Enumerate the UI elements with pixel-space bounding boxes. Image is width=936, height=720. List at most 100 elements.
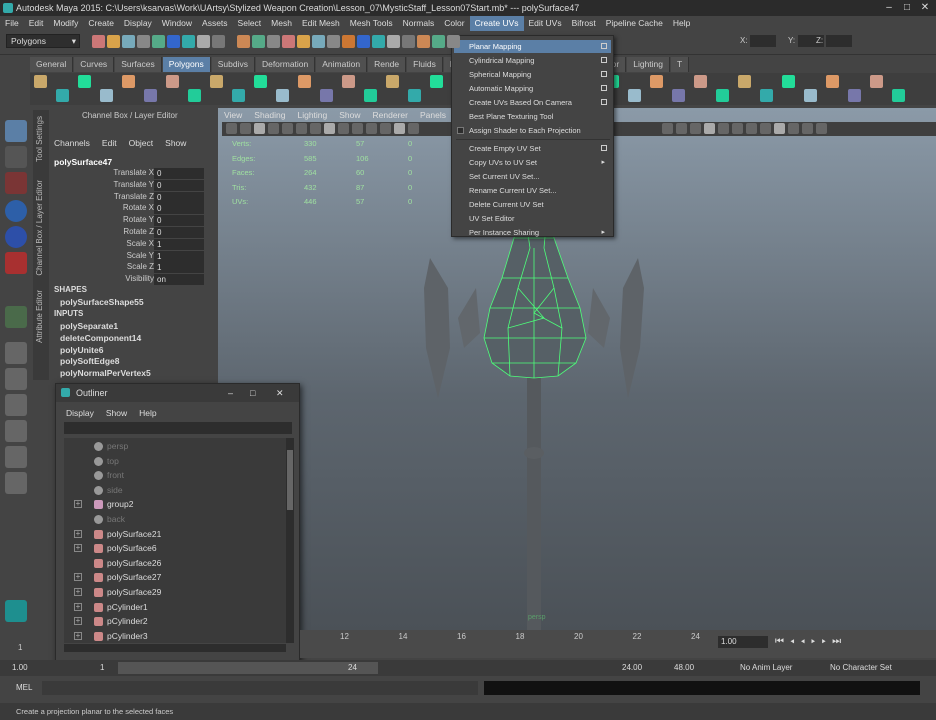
shelf-tab-animation[interactable]: Animation <box>316 57 368 72</box>
viewport-menu-lighting[interactable]: Lighting <box>297 110 327 120</box>
attribute-row[interactable]: Scale X1 <box>54 238 204 250</box>
range-slider-bar[interactable] <box>118 662 378 674</box>
character-set-select[interactable]: No Character Set <box>830 663 892 672</box>
menu-help[interactable]: Help <box>668 16 695 31</box>
menu-select[interactable]: Select <box>233 16 267 31</box>
viewport-tool-icon[interactable] <box>282 123 293 134</box>
shelf-tab-curves[interactable]: Curves <box>74 57 115 72</box>
status-tool-icon[interactable] <box>167 35 180 48</box>
shelf-tab-deformation[interactable]: Deformation <box>255 57 316 72</box>
shelf-item-icon[interactable] <box>408 89 421 102</box>
shelf-item-icon[interactable] <box>232 89 245 102</box>
viewport-menu-shading[interactable]: Shading <box>254 110 285 120</box>
shelf-tab-t[interactable]: T <box>671 57 690 72</box>
attribute-row[interactable]: Translate X0 <box>54 168 204 179</box>
attribute-row[interactable]: Scale Y1 <box>54 250 204 262</box>
shelf-item-icon[interactable] <box>716 89 729 102</box>
outliner-row[interactable]: + polySurface21 <box>64 527 286 541</box>
status-tool-icon[interactable] <box>92 35 105 48</box>
status-tool-icon[interactable] <box>122 35 135 48</box>
viewport-tool-icon[interactable] <box>718 123 729 134</box>
status-tool-icon[interactable] <box>282 35 295 48</box>
attribute-value[interactable]: 0 <box>154 168 204 179</box>
outliner-row[interactable]: persp <box>64 439 286 453</box>
minimize-icon[interactable]: – <box>880 1 898 14</box>
expand-icon[interactable]: + <box>74 617 82 626</box>
shelf-item-icon[interactable] <box>650 75 663 88</box>
expand-icon[interactable]: + <box>74 573 82 582</box>
attribute-row[interactable]: Rotate Y0 <box>54 215 204 227</box>
status-tool-icon[interactable] <box>387 35 400 48</box>
viewport-tool-icon[interactable] <box>690 123 701 134</box>
menu-item-create-uvs-based-on-camera[interactable]: Create UVs Based On Camera <box>454 96 611 109</box>
shelf-tab-subdivs[interactable]: Subdivs <box>211 57 255 72</box>
shelf-item-icon[interactable] <box>342 75 355 88</box>
shape-node[interactable]: polySurfaceShape55 <box>60 297 144 307</box>
attribute-value[interactable]: 1 <box>154 262 204 274</box>
input-node[interactable]: polySoftEdge8 <box>60 356 120 366</box>
expand-icon[interactable]: + <box>74 602 82 611</box>
menu-item-copy-uvs-to-uv-set[interactable]: Copy UVs to UV Set ▸ <box>454 156 611 169</box>
shelf-item-icon[interactable] <box>78 75 91 88</box>
viewport-menu-show[interactable]: Show <box>339 110 360 120</box>
outliner-menu-display[interactable]: Display <box>66 408 94 418</box>
shelf-item-icon[interactable] <box>430 75 443 88</box>
menu-edit-mesh[interactable]: Edit Mesh <box>297 16 345 31</box>
expand-icon[interactable]: + <box>74 529 82 538</box>
menu-mesh-tools[interactable]: Mesh Tools <box>345 16 398 31</box>
status-tool-icon[interactable] <box>152 35 165 48</box>
mel-input[interactable] <box>42 681 478 695</box>
end-time[interactable]: 24.00 <box>622 663 642 672</box>
viewport-menu-panels[interactable]: Panels <box>420 110 446 120</box>
move-tool-icon[interactable] <box>5 200 27 222</box>
attribute-value[interactable]: 0 <box>154 227 204 238</box>
shelf-item-icon[interactable] <box>320 89 333 102</box>
outliner-row[interactable]: + polySurface27 <box>64 570 286 584</box>
menu-item-assign-shader-to-each-projection[interactable]: Assign Shader to Each Projection <box>454 124 611 137</box>
persp-outliner-layout-icon[interactable] <box>5 420 27 442</box>
option-box-icon[interactable] <box>601 43 607 49</box>
shelf-item-icon[interactable] <box>760 89 773 102</box>
attribute-value[interactable]: 0 <box>154 179 204 191</box>
menu-item-best-plane-texturing-tool[interactable]: Best Plane Texturing Tool <box>454 110 611 123</box>
playback-start[interactable]: 1 <box>100 663 104 672</box>
channel-box-menu-show[interactable]: Show <box>165 138 186 148</box>
shelf-item-icon[interactable] <box>144 89 157 102</box>
attribute-row[interactable]: Visibility on <box>54 274 204 286</box>
viewport-tool-icon[interactable] <box>802 123 813 134</box>
shelf-item-icon[interactable] <box>254 75 267 88</box>
menu-set-select[interactable]: Polygons ▾ <box>6 34 80 48</box>
start-time[interactable]: 1.00 <box>12 663 28 672</box>
outliner-h-scrollbar[interactable] <box>64 644 286 652</box>
menu-modify[interactable]: Modify <box>48 16 83 31</box>
menu-item-rename-current-uv-set[interactable]: Rename Current UV Set... <box>454 184 611 197</box>
menu-normals[interactable]: Normals <box>398 16 440 31</box>
scale-tool-icon[interactable] <box>5 252 27 274</box>
attribute-value[interactable]: 1 <box>154 238 204 250</box>
outliner-row[interactable]: front <box>64 468 286 482</box>
menu-bifrost[interactable]: Bifrost <box>567 16 601 31</box>
shelf-item-icon[interactable] <box>100 89 113 102</box>
attribute-value[interactable]: 0 <box>154 191 204 203</box>
status-tool-icon[interactable] <box>342 35 355 48</box>
viewport-tool-icon[interactable] <box>296 123 307 134</box>
z-field[interactable] <box>826 35 852 47</box>
shelf-item-icon[interactable] <box>210 75 223 88</box>
viewport-tool-icon[interactable] <box>760 123 771 134</box>
status-tool-icon[interactable] <box>297 35 310 48</box>
shelf-item-icon[interactable] <box>738 75 751 88</box>
shelf-item-icon[interactable] <box>804 89 817 102</box>
menu-item-planar-mapping[interactable]: Planar Mapping <box>454 40 611 53</box>
graph-layout-icon[interactable] <box>5 446 27 468</box>
shelf-tab-fluids[interactable]: Fluids <box>407 57 443 72</box>
shelf-item-icon[interactable] <box>188 89 201 102</box>
viewport-menu-renderer[interactable]: Renderer <box>373 110 408 120</box>
attribute-value[interactable]: 0 <box>154 203 204 215</box>
expand-icon[interactable]: + <box>74 588 82 596</box>
input-node[interactable]: polyNormalPerVertex5 <box>60 368 151 378</box>
outliner-row[interactable]: + polySurface6 <box>64 541 286 555</box>
scrollbar-thumb[interactable] <box>287 450 293 510</box>
attribute-row[interactable]: Translate Z0 <box>54 191 204 203</box>
menu-create[interactable]: Create <box>83 16 119 31</box>
shelf-item-icon[interactable] <box>276 89 289 102</box>
